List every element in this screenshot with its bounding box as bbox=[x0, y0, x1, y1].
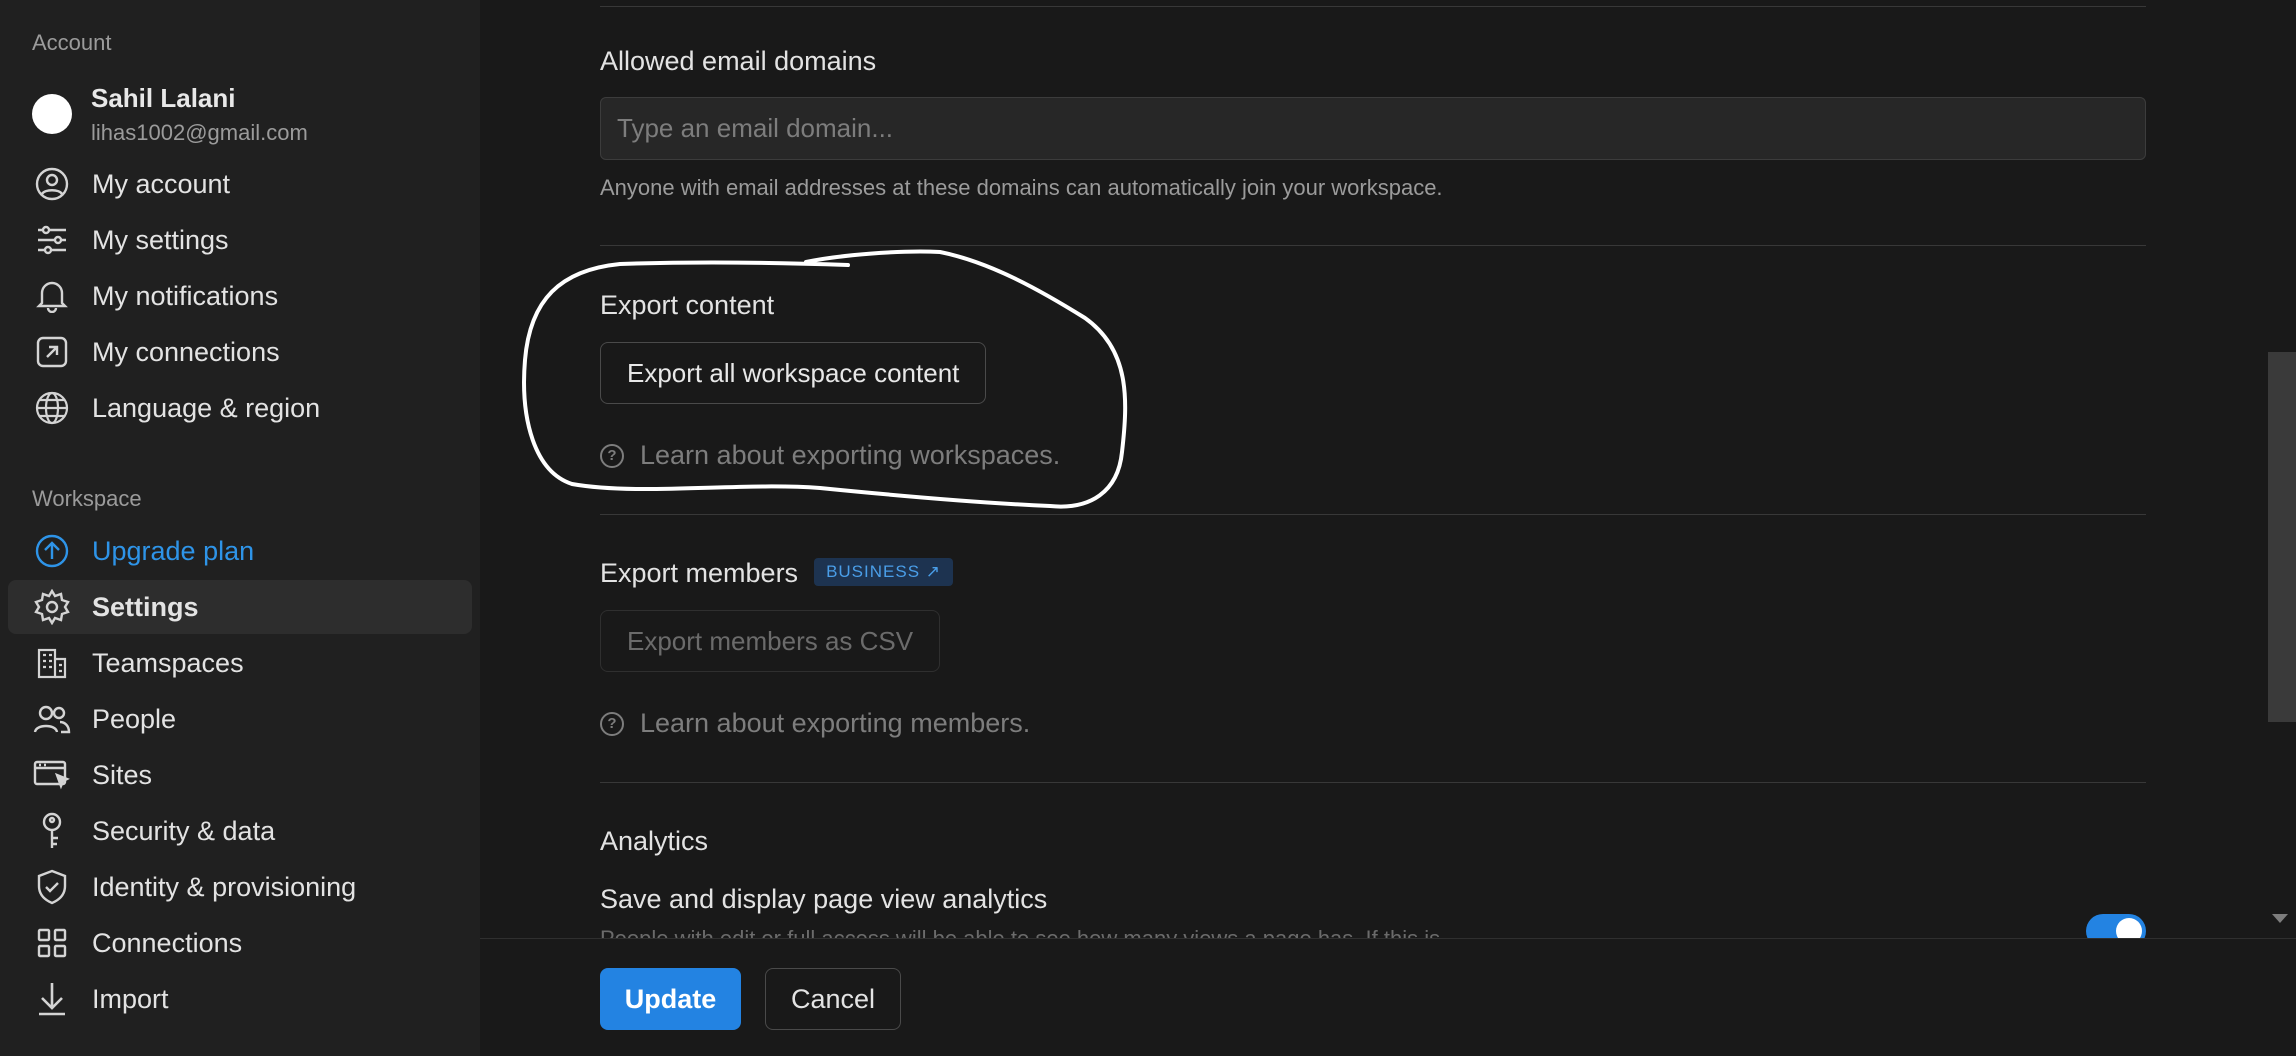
sidebar-item-import[interactable]: Import bbox=[8, 972, 472, 1026]
export-members-title: Export members BUSINESS ↗ bbox=[600, 557, 954, 589]
globe-icon bbox=[32, 388, 72, 428]
question-circle-icon: ? bbox=[600, 711, 624, 736]
sidebar-item-sites[interactable]: Sites bbox=[8, 748, 472, 802]
external-link-icon bbox=[32, 332, 72, 372]
page-view-analytics-toggle[interactable] bbox=[2086, 914, 2146, 938]
sidebar-item-language-region[interactable]: Language & region bbox=[8, 381, 472, 435]
key-icon bbox=[32, 811, 72, 851]
export-members-csv-button[interactable]: Export members as CSV bbox=[600, 610, 941, 672]
allowed-domains-title: Allowed email domains bbox=[600, 46, 877, 76]
sidebar-item-people[interactable]: People bbox=[8, 692, 472, 746]
divider bbox=[600, 782, 2146, 783]
profile-email: lihas1002@gmail.com bbox=[91, 119, 308, 145]
sidebar-item-label: My account bbox=[92, 168, 231, 199]
allowed-domains-help: Anyone with email addresses at these dom… bbox=[600, 175, 1443, 200]
sidebar-item-label: Language & region bbox=[92, 392, 321, 423]
email-domain-input[interactable] bbox=[600, 97, 2146, 160]
business-badge[interactable]: BUSINESS ↗ bbox=[814, 557, 954, 586]
sidebar-item-label: Connections bbox=[92, 927, 243, 958]
learn-export-workspaces-link[interactable]: ? Learn about exporting workspaces. bbox=[600, 440, 1060, 471]
sidebar-item-my-connections[interactable]: My connections bbox=[8, 325, 472, 379]
sidebar-item-label: Teamspaces bbox=[92, 647, 244, 678]
sidebar-item-label: People bbox=[92, 703, 177, 734]
sidebar-item-my-settings[interactable]: My settings bbox=[8, 213, 472, 267]
grid-icon bbox=[32, 923, 72, 963]
divider bbox=[600, 6, 2146, 7]
sidebar-item-label: Settings bbox=[92, 591, 199, 622]
update-button[interactable]: Update bbox=[600, 968, 741, 1030]
analytics-title: Analytics bbox=[600, 826, 709, 856]
sidebar-item-label: Sites bbox=[92, 759, 153, 790]
scrollbar-thumb[interactable] bbox=[2268, 352, 2296, 722]
sidebar-item-teamspaces[interactable]: Teamspaces bbox=[8, 636, 472, 690]
people-icon bbox=[32, 699, 72, 739]
divider bbox=[600, 514, 2146, 515]
learn-export-members-label: Learn about exporting members. bbox=[640, 708, 1031, 738]
arrow-up-circle-icon bbox=[32, 531, 72, 571]
divider bbox=[600, 245, 2146, 246]
page-view-analytics-label: Save and display page view analytics bbox=[600, 884, 1048, 914]
download-icon bbox=[32, 979, 72, 1019]
user-circle-icon bbox=[32, 164, 72, 204]
sidebar-item-my-account[interactable]: My account bbox=[8, 157, 472, 211]
sidebar-item-label: Security & data bbox=[92, 815, 276, 846]
browser-cursor-icon bbox=[32, 755, 72, 795]
account-section-label: Account bbox=[32, 30, 112, 55]
page-view-analytics-description: People with edit or full access will be … bbox=[600, 926, 1440, 938]
sidebar-item-security-data[interactable]: Security & data bbox=[8, 804, 472, 858]
profile-name: Sahil Lalani bbox=[91, 82, 236, 113]
export-content-title: Export content bbox=[600, 290, 775, 320]
gear-icon bbox=[32, 587, 72, 627]
shield-check-icon bbox=[32, 867, 72, 907]
sidebar-item-label: Upgrade plan bbox=[92, 535, 255, 566]
sidebar-item-upgrade-plan[interactable]: Upgrade plan bbox=[8, 524, 472, 578]
avatar bbox=[32, 94, 72, 134]
export-workspace-button[interactable]: Export all workspace content bbox=[600, 342, 987, 404]
building-icon bbox=[32, 643, 72, 683]
profile: Sahil Lalani lihas1002@gmail.com bbox=[32, 78, 308, 150]
sidebar-item-settings[interactable]: Settings bbox=[8, 580, 472, 634]
sidebar-item-my-notifications[interactable]: My notifications bbox=[8, 269, 472, 323]
workspace-section-label: Workspace bbox=[32, 486, 142, 511]
sidebar-item-label: Import bbox=[92, 983, 169, 1014]
sliders-icon bbox=[32, 220, 72, 260]
sidebar-item-label: Identity & provisioning bbox=[92, 871, 357, 902]
settings-main: Allowed email domains Anyone with email … bbox=[480, 0, 2296, 938]
learn-export-members-link[interactable]: ? Learn about exporting members. bbox=[600, 708, 1030, 739]
settings-sidebar: Account Sahil Lalani lihas1002@gmail.com… bbox=[0, 0, 480, 1056]
sidebar-item-label: My connections bbox=[92, 336, 280, 367]
settings-footer bbox=[480, 938, 2296, 1056]
sidebar-item-connections[interactable]: Connections bbox=[8, 916, 472, 970]
sidebar-item-label: My settings bbox=[92, 224, 229, 255]
export-members-label: Export members bbox=[600, 558, 799, 588]
cancel-button[interactable]: Cancel bbox=[765, 968, 901, 1030]
sidebar-item-label: My notifications bbox=[92, 280, 279, 311]
bell-icon bbox=[32, 276, 72, 316]
sidebar-item-identity-provisioning[interactable]: Identity & provisioning bbox=[8, 860, 472, 914]
question-circle-icon: ? bbox=[600, 443, 624, 468]
learn-export-workspaces-label: Learn about exporting workspaces. bbox=[640, 440, 1061, 470]
scroll-down-arrow-icon[interactable] bbox=[2272, 914, 2288, 923]
